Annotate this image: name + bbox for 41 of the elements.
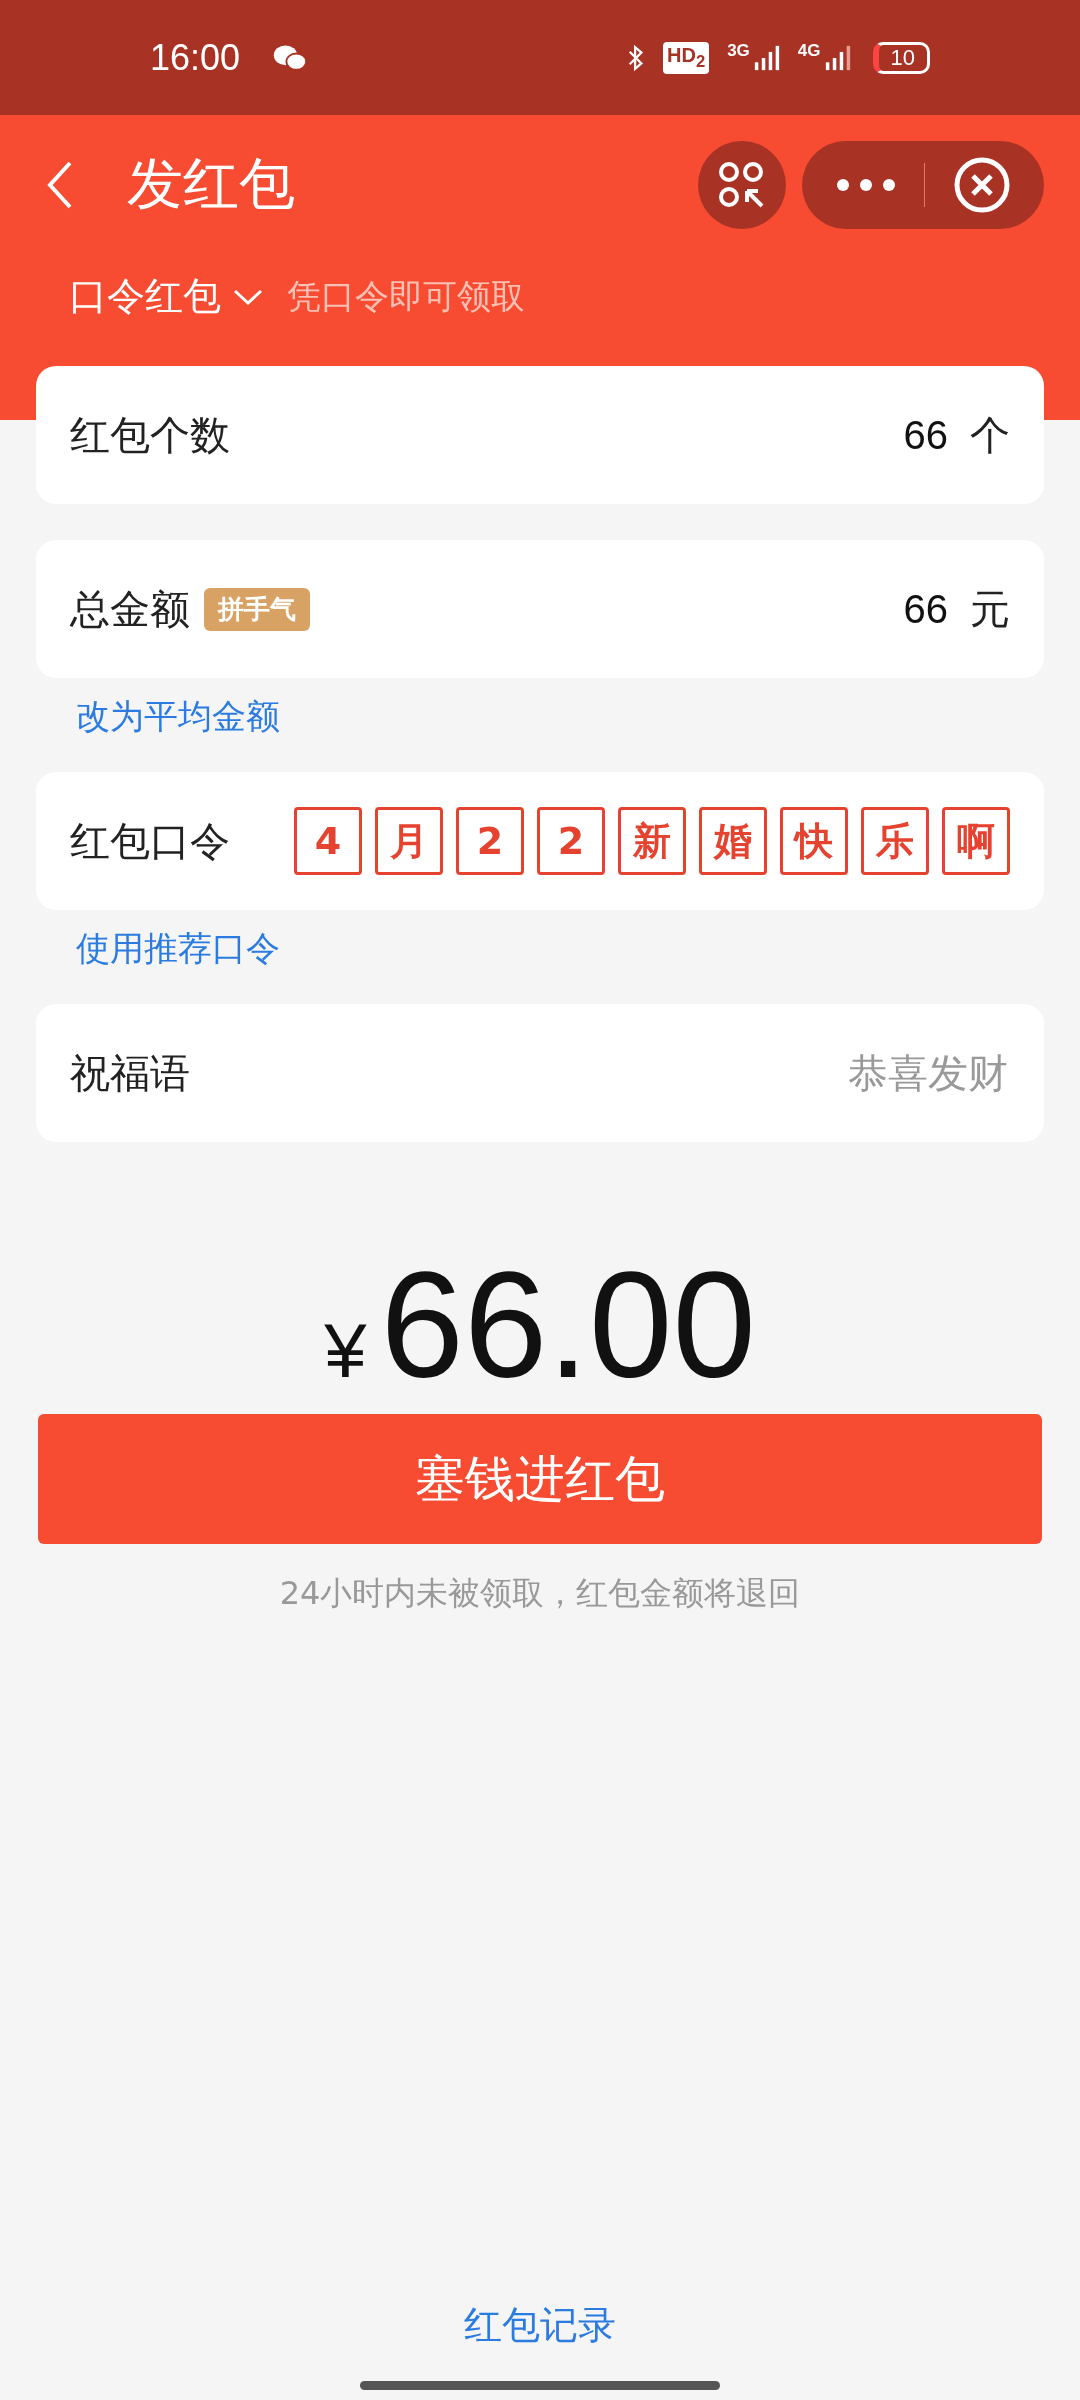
blessing-field[interactable]: 祝福语 恭喜发财 [36, 1004, 1044, 1142]
unit-label: 元 [970, 584, 1010, 634]
field-label: 红包个数 [70, 410, 230, 460]
password-char: 新 [618, 807, 686, 875]
password-char: 4 [294, 807, 362, 875]
total-amount: 66.00 [380, 1250, 756, 1400]
field-value[interactable]: 66 [903, 412, 948, 458]
close-icon[interactable] [953, 157, 1010, 213]
password-char: 月 [375, 807, 443, 875]
submit-button[interactable]: 塞钱进红包 [38, 1414, 1042, 1544]
field-value[interactable]: 66 [903, 586, 948, 632]
option-link[interactable]: 使用推荐口令 [76, 928, 280, 968]
password-char: 乐 [861, 807, 929, 875]
password-char: 婚 [699, 807, 767, 875]
type-hint: 凭口令即可领取 [287, 274, 525, 318]
bluetooth-icon [627, 43, 645, 72]
battery-indicator: 10 [872, 41, 930, 74]
option-link[interactable]: 改为平均金额 [76, 696, 280, 736]
records-link[interactable]: 红包记录 [464, 2303, 616, 2347]
password-char: 快 [780, 807, 848, 875]
mode-badge: 拼手气 [204, 587, 310, 631]
hd-badge: HD$_{2}$ [663, 41, 710, 74]
status-time: 16:00 [150, 36, 241, 79]
unit-label: 个 [970, 410, 1010, 460]
chevron-down-icon[interactable] [233, 287, 263, 306]
page-title: 发红包 [127, 150, 295, 218]
signal-icon [753, 43, 780, 72]
field-label: 总金额 [70, 584, 190, 634]
network-label: 4G [797, 40, 821, 61]
type-selector[interactable]: 口令红包 [69, 271, 221, 322]
password-char: 啊 [942, 807, 1010, 875]
password-char: 2 [537, 807, 605, 875]
signal-icon [824, 43, 851, 72]
field-label: 祝福语 [70, 1048, 190, 1098]
field-label: 红包口令 [70, 816, 230, 866]
blessing-input[interactable]: 恭喜发财 [190, 1049, 1010, 1097]
currency-symbol: ¥ [324, 1307, 367, 1394]
more-icon[interactable] [836, 178, 897, 192]
refund-note: 24小时内未被领取，红包金额将退回 [278, 1573, 802, 1614]
network-label: 3G [727, 40, 750, 61]
password-char: 2 [456, 807, 524, 875]
